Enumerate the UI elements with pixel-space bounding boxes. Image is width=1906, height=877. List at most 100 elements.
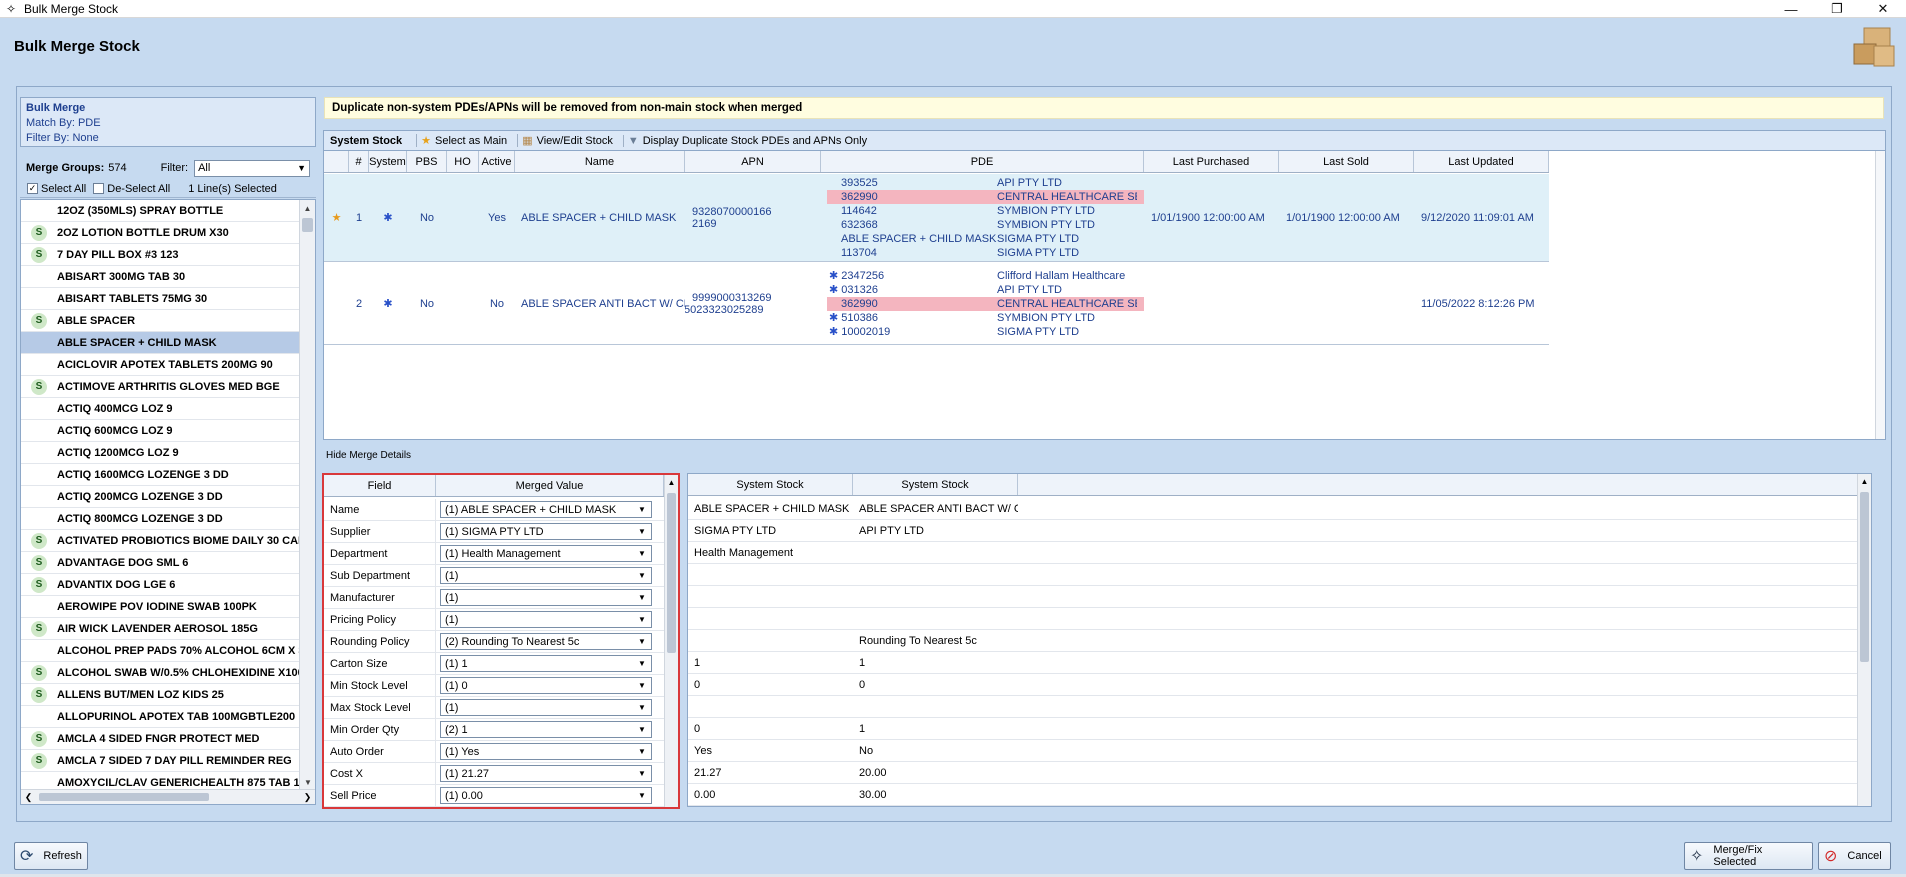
column-header[interactable]: PDE <box>821 151 1144 172</box>
restore-icon[interactable]: ❐ <box>1814 0 1860 18</box>
list-item[interactable]: ABLE SPACER + CHILD MASK <box>21 332 299 354</box>
list-item[interactable]: S ADVANTAGE DOG SML 6 <box>21 552 299 574</box>
list-item[interactable]: ABISART 300MG TAB 30 <box>21 266 299 288</box>
list-item[interactable]: ACTIQ 600MCG LOZ 9 <box>21 420 299 442</box>
list-item[interactable]: S ABLE SPACER <box>21 310 299 332</box>
list-item[interactable]: S ADVANTIX DOG LGE 6 <box>21 574 299 596</box>
scroll-thumb[interactable] <box>302 218 313 232</box>
list-item[interactable]: S AIR WICK LAVENDER AEROSOL 185G <box>21 618 299 640</box>
chevron-down-icon[interactable]: ▼ <box>635 678 649 693</box>
merged-value-select[interactable]: (1) ABLE SPACER + CHILD MASK ▼ <box>440 501 652 518</box>
view-edit-stock-button[interactable]: ▦ View/Edit Stock <box>517 134 613 147</box>
stock-compare-scrollbar[interactable]: ▲ <box>1857 474 1871 806</box>
table-row[interactable]: ★ 1 ✱ No Yes ABLE SPACER + CHILD MASK 93280700… <box>324 174 1549 262</box>
column-header[interactable]: Active <box>479 151 515 172</box>
merged-value-select[interactable]: (1) ▼ <box>440 611 652 628</box>
filter-select[interactable]: All ▼ <box>194 159 311 177</box>
chevron-down-icon[interactable]: ▼ <box>635 568 649 583</box>
merge-detail-row: Name (1) ABLE SPACER + CHILD MASK ▼ <box>324 499 664 521</box>
list-item[interactable]: S ACTIVATED PROBIOTICS BIOME DAILY 30 CAP… <box>21 530 299 552</box>
chevron-down-icon[interactable]: ▼ <box>635 546 649 561</box>
chevron-down-icon[interactable]: ▼ <box>635 700 649 715</box>
pde-line: 362990 CENTRAL HEALTHCARE SERV <box>827 189 1144 204</box>
scroll-up-icon[interactable]: ▲ <box>300 200 315 216</box>
list-item[interactable]: S ACTIMOVE ARTHRITIS GLOVES MED BGE <box>21 376 299 398</box>
chevron-down-icon[interactable]: ▼ <box>635 612 649 627</box>
select-all-label[interactable]: Select All <box>41 183 86 195</box>
group-list-hscrollbar[interactable]: ❮ ❯ <box>21 789 315 804</box>
list-item[interactable]: ACTIQ 1600MCG LOZENGE 3 DD <box>21 464 299 486</box>
column-header[interactable] <box>324 151 349 172</box>
column-header[interactable]: HO <box>447 151 479 172</box>
list-item[interactable]: S AMCLA 7 SIDED 7 DAY PILL REMINDER REG <box>21 750 299 772</box>
system-stock-scrollbar[interactable] <box>1875 151 1885 439</box>
list-item[interactable]: 12OZ (350MLS) SPRAY BOTTLE <box>21 200 299 222</box>
scroll-up-icon[interactable]: ▲ <box>1858 474 1871 488</box>
column-header[interactable]: Last Sold <box>1279 151 1414 172</box>
list-item[interactable]: ACTIQ 200MCG LOZENGE 3 DD <box>21 486 299 508</box>
column-header[interactable]: Name <box>515 151 685 172</box>
hide-merge-details-link[interactable]: Hide Merge Details <box>326 450 411 461</box>
list-item[interactable]: ACTIQ 1200MCG LOZ 9 <box>21 442 299 464</box>
close-icon[interactable]: ✕ <box>1860 0 1906 18</box>
list-item[interactable]: ALLOPURINOL APOTEX TAB 100MGBTLE200 <box>21 706 299 728</box>
merged-value-select[interactable]: (1) Yes ▼ <box>440 743 652 760</box>
list-item[interactable]: ACTIQ 400MCG LOZ 9 <box>21 398 299 420</box>
merged-value-select[interactable]: (1) 0.00 ▼ <box>440 787 652 804</box>
chevron-down-icon[interactable]: ▼ <box>635 722 649 737</box>
scroll-up-icon[interactable]: ▲ <box>665 475 678 489</box>
list-item[interactable]: S 2OZ LOTION BOTTLE DRUM X30 <box>21 222 299 244</box>
merged-value-select[interactable]: (1) ▼ <box>440 589 652 606</box>
column-header[interactable]: # <box>349 151 369 172</box>
deselect-all-checkbox[interactable] <box>93 183 105 194</box>
merged-value-select[interactable]: (1) 1 ▼ <box>440 655 652 672</box>
select-all-checkbox[interactable]: ✓ <box>27 183 38 194</box>
merged-value-select[interactable]: (2) 1 ▼ <box>440 721 652 738</box>
merged-value-select[interactable]: (1) 21.27 ▼ <box>440 765 652 782</box>
scroll-thumb[interactable] <box>667 493 676 653</box>
refresh-button[interactable]: ⟳ Refresh <box>14 842 88 870</box>
group-list-scrollbar[interactable]: ▲ ▼ <box>299 200 315 790</box>
chevron-down-icon[interactable]: ▼ <box>635 502 649 517</box>
merged-value-select[interactable]: (1) ▼ <box>440 567 652 584</box>
merge-details-scrollbar[interactable]: ▲ <box>664 475 678 807</box>
display-duplicate-button[interactable]: ▼ Display Duplicate Stock PDEs and APNs … <box>622 134 867 147</box>
scroll-right-icon[interactable]: ❯ <box>300 790 315 804</box>
column-header[interactable]: System <box>369 151 407 172</box>
select-as-main-button[interactable]: ★ Select as Main <box>416 134 507 147</box>
chevron-down-icon[interactable]: ▼ <box>635 744 649 759</box>
hscroll-thumb[interactable] <box>39 793 209 801</box>
deselect-all-label[interactable]: De-Select All <box>107 183 170 195</box>
chevron-down-icon[interactable]: ▼ <box>635 590 649 605</box>
list-item[interactable]: ACICLOVIR APOTEX TABLETS 200MG 90 <box>21 354 299 376</box>
merge-fix-selected-button[interactable]: ✧ Merge/Fix Selected <box>1684 842 1813 870</box>
list-item[interactable]: S ALLENS BUT/MEN LOZ KIDS 25 <box>21 684 299 706</box>
merged-value-select[interactable]: (2) Rounding To Nearest 5c ▼ <box>440 633 652 650</box>
column-header[interactable]: Last Updated <box>1414 151 1549 172</box>
merged-value-select[interactable]: (1) SIGMA PTY LTD ▼ <box>440 523 652 540</box>
column-header[interactable]: APN <box>685 151 821 172</box>
minimize-icon[interactable]: — <box>1768 0 1814 18</box>
scroll-thumb[interactable] <box>1860 492 1869 662</box>
list-item[interactable]: S AMCLA 4 SIDED FNGR PROTECT MED <box>21 728 299 750</box>
list-item[interactable]: ALCOHOL PREP PADS 70% ALCOHOL 6CM X 3C <box>21 640 299 662</box>
list-item[interactable]: AEROWIPE POV IODINE SWAB 100PK <box>21 596 299 618</box>
cancel-button[interactable]: ⊘ Cancel <box>1818 842 1891 870</box>
list-item[interactable]: S 7 DAY PILL BOX #3 123 <box>21 244 299 266</box>
merged-value-select[interactable]: (1) Health Management ▼ <box>440 545 652 562</box>
chevron-down-icon[interactable]: ▼ <box>635 634 649 649</box>
merged-value-select[interactable]: (1) ▼ <box>440 699 652 716</box>
table-row[interactable]: 2✱NoNoABLE SPACER ANTI BACT W/ CHILD9999… <box>324 263 1549 345</box>
column-header[interactable]: PBS <box>407 151 447 172</box>
chevron-down-icon[interactable]: ▼ <box>635 766 649 781</box>
list-item[interactable]: ACTIQ 800MCG LOZENGE 3 DD <box>21 508 299 530</box>
chevron-down-icon[interactable]: ▼ <box>635 788 649 803</box>
scroll-left-icon[interactable]: ❮ <box>21 790 36 804</box>
list-item[interactable]: S ALCOHOL SWAB W/0.5% CHLOHEXIDINE X100 <box>21 662 299 684</box>
merged-value-select[interactable]: (1) 0 ▼ <box>440 677 652 694</box>
column-header[interactable]: Last Purchased <box>1144 151 1279 172</box>
scroll-down-icon[interactable]: ▼ <box>300 774 315 790</box>
chevron-down-icon[interactable]: ▼ <box>635 524 649 539</box>
list-item[interactable]: ABISART TABLETS 75MG 30 <box>21 288 299 310</box>
chevron-down-icon[interactable]: ▼ <box>635 656 649 671</box>
